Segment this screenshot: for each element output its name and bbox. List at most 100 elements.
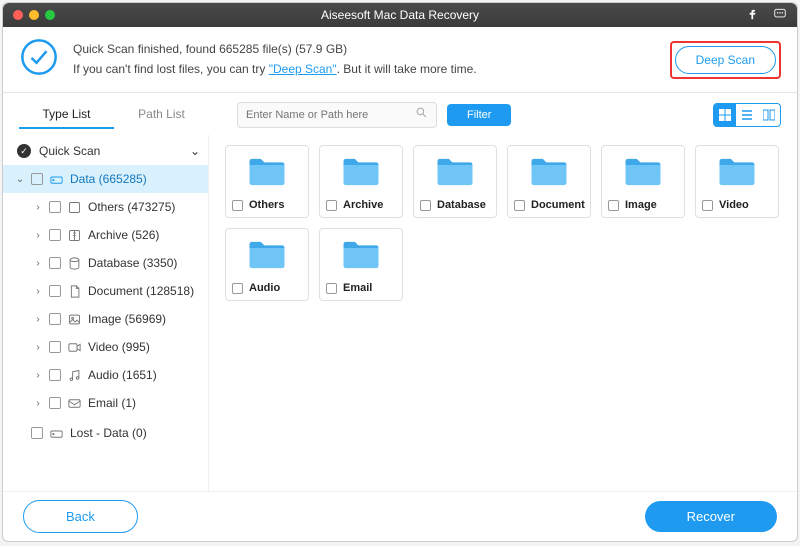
audio-icon [67, 367, 82, 382]
chevron-down-icon: ⌄ [15, 174, 25, 185]
window-close-button[interactable] [13, 10, 23, 20]
others-icon [67, 199, 82, 214]
chevron-down-icon[interactable]: ⌄ [190, 144, 200, 158]
checkbox[interactable] [49, 285, 61, 297]
facebook-icon[interactable] [745, 7, 759, 24]
filter-button[interactable]: Filter [447, 104, 511, 126]
folder-card-others[interactable]: Others [225, 145, 309, 218]
sidebar-item-label: Database (3350) [88, 256, 177, 270]
checkbox[interactable] [232, 283, 243, 294]
folder-label: Image [625, 199, 657, 211]
sidebar-item-email[interactable]: ›Email (1) [3, 389, 208, 417]
titlebar: Aiseesoft Mac Data Recovery [3, 3, 797, 27]
image-icon [67, 311, 82, 326]
sidebar-quick-scan[interactable]: Quick Scan ⌄ [3, 137, 208, 165]
checkbox[interactable] [49, 257, 61, 269]
checkbox[interactable] [608, 200, 619, 211]
folder-icon [622, 154, 664, 193]
checkbox[interactable] [514, 200, 525, 211]
deep-scan-button[interactable]: Deep Scan [675, 46, 776, 74]
sidebar-item-data[interactable]: ⌄ Data (665285) [3, 165, 208, 193]
folder-card-video[interactable]: Video [695, 145, 779, 218]
folder-label: Video [719, 199, 749, 211]
sidebar-item-label: Archive (526) [88, 228, 159, 242]
checkbox[interactable] [702, 200, 713, 211]
checkbox[interactable] [49, 229, 61, 241]
chevron-right-icon: › [33, 202, 43, 213]
folder-label: Audio [249, 282, 280, 294]
window-title: Aiseesoft Mac Data Recovery [3, 8, 797, 22]
check-icon [17, 144, 31, 158]
deep-scan-link[interactable]: "Deep Scan" [269, 62, 337, 76]
folder-label: Database [437, 199, 486, 211]
chevron-right-icon: › [33, 370, 43, 381]
document-icon [67, 283, 82, 298]
folder-icon [340, 154, 382, 193]
sidebar-item-lost[interactable]: Lost - Data (0) [3, 419, 208, 447]
back-button[interactable]: Back [23, 500, 138, 533]
drive-icon [49, 425, 64, 440]
search-box[interactable] [237, 102, 437, 128]
view-list-button[interactable] [736, 104, 758, 126]
recover-button[interactable]: Recover [645, 501, 777, 532]
chevron-right-icon: › [33, 286, 43, 297]
checkbox[interactable] [420, 200, 431, 211]
sidebar-item-image[interactable]: › Image (56969) [3, 305, 208, 333]
folder-label: Others [249, 199, 284, 211]
sidebar-item-label: Video (995) [88, 340, 150, 354]
sidebar-item-audio[interactable]: › Audio (1651) [3, 361, 208, 389]
sidebar-item-label: Others (473275) [88, 200, 175, 214]
archive-icon [67, 227, 82, 242]
sidebar-item-database[interactable]: › Database (3350) [3, 249, 208, 277]
scan-summary-header: Quick Scan finished, found 665285 file(s… [3, 27, 797, 93]
sidebar-item-archive[interactable]: ›Archive (526) [3, 221, 208, 249]
view-column-button[interactable] [758, 104, 780, 126]
folder-label: Archive [343, 199, 383, 211]
sidebar-item-label: Image (56969) [88, 312, 166, 326]
folder-card-archive[interactable]: Archive [319, 145, 403, 218]
view-grid-button[interactable] [714, 104, 736, 126]
tab-path-list[interactable]: Path List [114, 101, 209, 129]
checkbox[interactable] [31, 427, 43, 439]
sidebar-item-label: Document (128518) [88, 284, 194, 298]
folder-label: Email [343, 282, 372, 294]
sidebar-item-document[interactable]: › Document (128518) [3, 277, 208, 305]
scan-result-line: Quick Scan finished, found 665285 file(s… [73, 40, 477, 59]
checkbox[interactable] [49, 397, 61, 409]
chevron-right-icon: › [33, 314, 43, 325]
checkbox[interactable] [49, 341, 61, 353]
folder-card-email[interactable]: Email [319, 228, 403, 301]
sidebar-item-video[interactable]: › Video (995) [3, 333, 208, 361]
search-input[interactable] [246, 109, 415, 121]
checkbox[interactable] [49, 313, 61, 325]
chevron-right-icon: › [33, 342, 43, 353]
chevron-right-icon: › [33, 258, 43, 269]
folder-icon [528, 154, 570, 193]
checkbox[interactable] [31, 173, 43, 185]
window-minimize-button[interactable] [29, 10, 39, 20]
sidebar-item-label: Email (1) [88, 396, 136, 410]
window-zoom-button[interactable] [45, 10, 55, 20]
checkbox[interactable] [49, 201, 61, 213]
list-tabs: Type List Path List [19, 101, 209, 129]
deep-scan-highlight: Deep Scan [670, 41, 781, 79]
scan-hint-line: If you can't find lost files, you can tr… [73, 60, 477, 79]
sidebar-item-others[interactable]: › Others (473275) [3, 193, 208, 221]
folder-card-image[interactable]: Image [601, 145, 685, 218]
folder-icon [246, 154, 288, 193]
checkbox[interactable] [326, 283, 337, 294]
tab-type-list[interactable]: Type List [19, 101, 114, 129]
folder-card-document[interactable]: Document [507, 145, 591, 218]
checkbox[interactable] [49, 369, 61, 381]
folder-card-database[interactable]: Database [413, 145, 497, 218]
file-grid: Others Archive Database Document Image Video A… [209, 135, 797, 491]
folder-label: Document [531, 199, 585, 211]
check-circle-icon [19, 37, 59, 82]
sidebar-item-label: Audio (1651) [88, 368, 157, 382]
folder-card-audio[interactable]: Audio [225, 228, 309, 301]
sidebar: Quick Scan ⌄ ⌄ Data (665285) › Others (47… [3, 135, 209, 491]
checkbox[interactable] [326, 200, 337, 211]
feedback-icon[interactable] [773, 7, 787, 24]
checkbox[interactable] [232, 200, 243, 211]
folder-icon [716, 154, 758, 193]
